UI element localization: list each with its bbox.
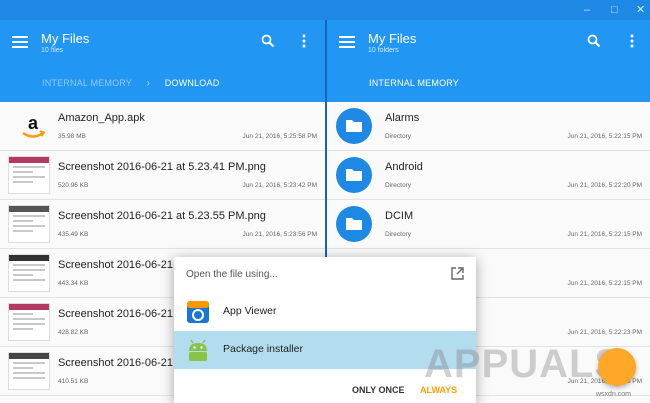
folder-icon [336, 206, 372, 242]
breadcrumb-download[interactable]: DOWNLOAD [165, 78, 220, 88]
file-name: Amazon_App.apk [58, 112, 145, 124]
file-size: 520.96 KB [58, 182, 89, 189]
folder-name: Android [385, 161, 423, 173]
file-size: 428.82 KB [58, 329, 89, 336]
file-name: Screenshot 2016-06-21 [58, 259, 173, 271]
folder-row[interactable]: Android Directory Jun 21, 2016, 5:22:20 … [327, 151, 650, 200]
chevron-right-icon: › [146, 78, 151, 89]
file-row[interactable]: Screenshot 2016-06-21 at 5.23.55 PM.png … [0, 200, 325, 249]
file-name: Screenshot 2016-06-21 [58, 357, 173, 369]
folder-date: Jun 21, 2016, 5:22:23 PM [567, 329, 642, 336]
image-thumbnail [8, 254, 50, 292]
folder-type: Directory [385, 182, 412, 189]
folder-row[interactable]: Alarms Directory Jun 21, 2016, 5:22:15 P… [327, 102, 650, 151]
site-label: wsxdn.com [596, 391, 632, 398]
option-app-viewer[interactable]: App Viewer [174, 293, 476, 331]
folder-name: Alarms [385, 112, 420, 124]
menu-icon[interactable] [339, 36, 355, 48]
left-app-bar: My Files 10 files INTERNAL MEMORY › DOWN… [0, 20, 325, 102]
file-size: 35.98 MB [58, 133, 86, 140]
only-once-button[interactable]: ONLY ONCE [352, 385, 405, 395]
file-name: Screenshot 2016-06-21 [58, 308, 173, 320]
right-subtitle: 10 folders [368, 47, 399, 54]
watermark-brand: APPUALS [424, 342, 623, 386]
folder-type: Directory [385, 231, 412, 238]
folder-date: Jun 21, 2016, 5:22:15 PM [567, 133, 642, 140]
file-row[interactable]: a Amazon_App.apk 35.98 MB Jun 21, 2016, … [0, 102, 325, 151]
amazon-app-icon: a [22, 113, 46, 138]
android-icon [189, 339, 207, 361]
folder-date: Jun 21, 2016, 5:22:20 PM [567, 182, 642, 189]
breadcrumb: INTERNAL MEMORY › DOWNLOAD [42, 78, 219, 89]
folder-name: DCIM [385, 210, 414, 222]
left-title: My Files [41, 31, 90, 46]
folder-icon [336, 108, 372, 144]
file-name: Screenshot 2016-06-21 at 5.23.55 PM.png [58, 210, 266, 222]
maximize-icon[interactable]: □ [611, 3, 618, 17]
right-app-bar: My Files 10 folders INTERNAL MEMORY [327, 20, 650, 102]
file-date: Jun 21, 2016, 5:23:56 PM [242, 231, 317, 238]
open-external-icon[interactable] [451, 267, 464, 280]
image-thumbnail [8, 156, 50, 194]
file-date: Jun 21, 2016, 5:25:58 PM [242, 133, 317, 140]
more-options-icon[interactable] [630, 34, 634, 48]
image-thumbnail [8, 352, 50, 390]
minimize-icon[interactable]: – [584, 3, 590, 17]
folder-row[interactable]: DCIM Directory Jun 21, 2016, 5:22:15 PM [327, 200, 650, 249]
folder-date: Jun 21, 2016, 5:22:15 PM [567, 280, 642, 287]
option-label: App Viewer [223, 305, 277, 317]
app-viewer-icon [187, 301, 209, 323]
more-options-icon[interactable] [302, 34, 306, 48]
image-thumbnail [8, 303, 50, 341]
file-row[interactable]: Screenshot 2016-06-21 at 5.23.41 PM.png … [0, 151, 325, 200]
folder-type: Directory [385, 133, 412, 140]
file-manager-window: – □ ✕ My Files 10 files INTERNAL MEMORY … [0, 0, 650, 403]
search-icon[interactable] [261, 34, 275, 48]
folder-icon [336, 157, 372, 193]
breadcrumb: INTERNAL MEMORY [369, 78, 459, 88]
file-date: Jun 21, 2016, 5:23:42 PM [242, 182, 317, 189]
floating-action-button[interactable] [598, 348, 636, 386]
svg-text:a: a [28, 113, 39, 133]
window-titlebar: – □ ✕ [0, 0, 650, 20]
file-size: 410.51 KB [58, 378, 89, 385]
menu-icon[interactable] [12, 36, 28, 48]
breadcrumb-internal-memory[interactable]: INTERNAL MEMORY [42, 78, 132, 88]
right-title: My Files [368, 31, 417, 46]
folder-date: Jun 21, 2016, 5:22:15 PM [567, 231, 642, 238]
file-size: 443.34 KB [58, 280, 89, 287]
breadcrumb-internal-memory[interactable]: INTERNAL MEMORY [369, 78, 459, 88]
left-subtitle: 10 files [41, 47, 64, 54]
option-label: Package installer [223, 343, 303, 355]
dialog-title: Open the file using... [186, 269, 278, 280]
image-thumbnail [8, 205, 50, 243]
file-size: 435.49 KB [58, 231, 89, 238]
file-name: Screenshot 2016-06-21 at 5.23.41 PM.png [58, 161, 266, 173]
search-icon[interactable] [587, 34, 601, 48]
close-icon[interactable]: ✕ [636, 3, 645, 17]
